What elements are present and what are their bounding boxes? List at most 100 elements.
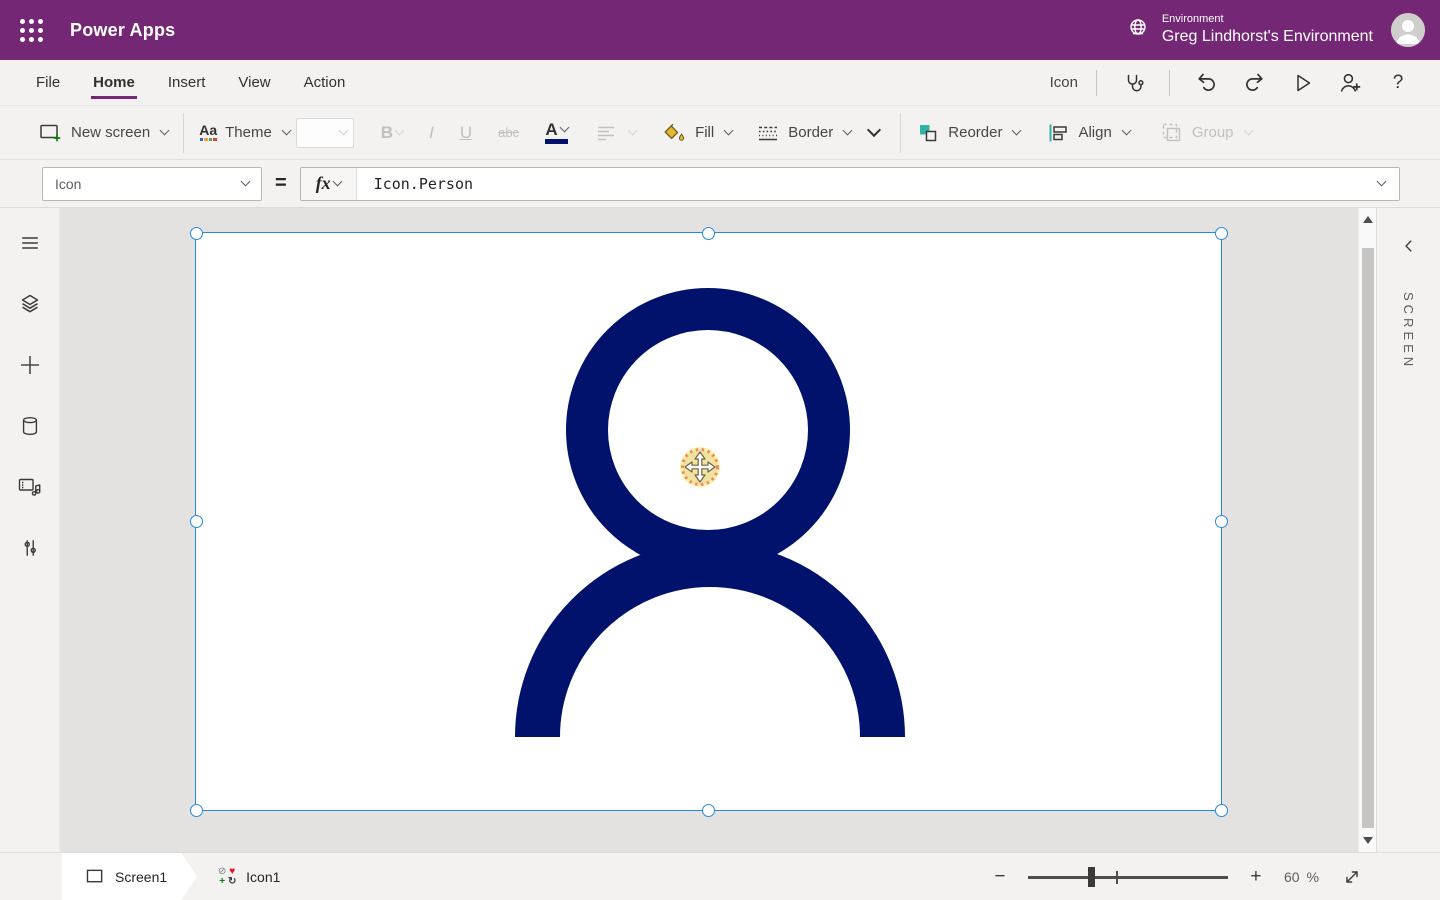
menu-file[interactable]: File [36, 60, 60, 105]
fit-to-window-button[interactable] [1342, 867, 1362, 887]
divider [1169, 70, 1170, 96]
menu-bar: File Home Insert View Action Icon [0, 60, 1440, 106]
more-formatting-button[interactable] [867, 123, 881, 137]
breadcrumb-icon-tab[interactable]: ⊘♥+↻ Icon1 [217, 867, 280, 887]
redo-icon [1242, 70, 1267, 95]
zoom-slider-tick [1116, 871, 1118, 884]
undo-icon [1194, 70, 1219, 95]
preview-play-button[interactable] [1283, 64, 1321, 102]
divider [900, 113, 901, 153]
theme-aa-icon: Aa [199, 124, 217, 142]
divider [1096, 70, 1097, 96]
formula-input[interactable]: Icon.Person [357, 175, 1361, 193]
align-text-icon [594, 121, 618, 145]
chevron-down-icon [628, 126, 638, 136]
selection-handle-top-left[interactable] [190, 227, 203, 240]
align-icon [1046, 121, 1070, 145]
zoom-in-button[interactable]: + [1245, 866, 1267, 888]
chevron-down-icon [1121, 126, 1131, 136]
screen-artboard[interactable] [196, 233, 1221, 810]
chevron-down-icon [1243, 126, 1253, 136]
status-bar: Screen1 ⊘♥+↻ Icon1 − + 60 % [0, 852, 1440, 900]
breadcrumb-screen-tab[interactable]: Screen1 [62, 853, 197, 900]
scrollbar-thumb[interactable] [1362, 248, 1374, 828]
selection-handle-bottom-middle[interactable] [702, 804, 715, 817]
chevron-down-icon [1377, 177, 1387, 187]
zoom-slider[interactable] [1028, 866, 1228, 888]
scroll-up-icon[interactable] [1363, 216, 1373, 223]
chevron-down-icon [395, 126, 405, 136]
right-panel-collapsed[interactable]: SCREEN [1376, 208, 1440, 852]
theme-button[interactable]: Aa Theme [199, 124, 290, 142]
rail-insert-button[interactable] [17, 352, 43, 378]
reorder-button[interactable]: Reorder [916, 121, 1020, 145]
strikethrough-button: abc [498, 125, 519, 140]
group-icon [1160, 121, 1184, 145]
property-select[interactable]: Icon [42, 167, 262, 201]
rail-menu-button[interactable] [17, 230, 43, 256]
person-icon-control[interactable] [196, 233, 1221, 810]
help-icon: ? [1393, 72, 1404, 94]
ribbon-toolbar: New screen Aa Theme B I U abc A [0, 106, 1440, 160]
zoom-out-button[interactable]: − [989, 866, 1011, 888]
chevron-down-icon [724, 126, 734, 136]
menu-action[interactable]: Action [304, 60, 346, 105]
rail-data-button[interactable] [17, 413, 43, 439]
fill-button[interactable]: Fill [663, 121, 732, 145]
expand-icon [1342, 867, 1362, 887]
font-color-button[interactable]: A [545, 122, 568, 144]
canvas-scrollbar[interactable] [1358, 208, 1376, 852]
group-button: Group [1160, 121, 1252, 145]
rail-media-button[interactable] [17, 474, 43, 500]
chevron-down-icon [281, 126, 291, 136]
chevron-down-icon [241, 177, 251, 187]
equals-sign: = [275, 172, 287, 195]
chevron-down-icon [160, 126, 170, 136]
formula-input-group: fx Icon.Person [300, 167, 1400, 201]
redo-button[interactable] [1235, 64, 1273, 102]
undo-button[interactable] [1187, 64, 1225, 102]
chevron-down-icon [559, 123, 569, 133]
share-button[interactable] [1331, 64, 1369, 102]
screen-panel-label[interactable]: SCREEN [1401, 292, 1416, 370]
menu-view[interactable]: View [238, 60, 270, 105]
border-button[interactable]: Border [756, 121, 851, 145]
canvas-area: SCREEN [0, 208, 1440, 852]
avatar[interactable] [1391, 13, 1425, 47]
app-header: Power Apps Environment Greg Lindhorst's … [0, 0, 1440, 60]
zoom-controls: − + 60 % [989, 866, 1362, 888]
selection-handle-bottom-left[interactable] [190, 804, 203, 817]
menu-home[interactable]: Home [93, 60, 135, 105]
zoom-readout: 60 % [1284, 869, 1319, 885]
selection-handle-middle-right[interactable] [1215, 515, 1228, 528]
selection-handle-middle-left[interactable] [190, 515, 203, 528]
expand-panel-button[interactable] [1395, 232, 1423, 260]
app-checker-button[interactable] [1114, 64, 1152, 102]
formula-expand-button[interactable] [1361, 182, 1399, 185]
new-screen-button[interactable]: New screen [38, 121, 168, 145]
environment-picker[interactable]: Environment Greg Lindhorst's Environment [1126, 13, 1373, 47]
selection-handle-bottom-right[interactable] [1215, 804, 1228, 817]
align-button[interactable]: Align [1046, 121, 1129, 145]
zoom-slider-track [1028, 876, 1228, 879]
app-title: Power Apps [70, 20, 175, 41]
underline-button: U [460, 123, 472, 143]
icon-control-glyph: ⊘♥+↻ [217, 867, 237, 887]
fx-button[interactable]: fx [301, 168, 357, 200]
italic-button: I [429, 123, 434, 143]
rail-screens-button[interactable] [17, 291, 43, 317]
selection-handle-top-middle[interactable] [702, 227, 715, 240]
font-size-select [296, 118, 354, 148]
scroll-down-icon[interactable] [1363, 837, 1373, 844]
advanced-tools-icon [19, 536, 41, 560]
zoom-value: 60 [1284, 869, 1300, 885]
help-button[interactable]: ? [1379, 64, 1417, 102]
zoom-slider-thumb[interactable] [1088, 867, 1095, 887]
environment-label: Environment [1162, 13, 1373, 27]
rail-advanced-tools-button[interactable] [17, 535, 43, 561]
selected-control-context-label: Icon [1050, 74, 1078, 91]
menu-insert[interactable]: Insert [168, 60, 206, 105]
chevron-down-icon [1012, 126, 1022, 136]
waffle-menu-button[interactable] [0, 0, 62, 60]
selection-handle-top-right[interactable] [1215, 227, 1228, 240]
